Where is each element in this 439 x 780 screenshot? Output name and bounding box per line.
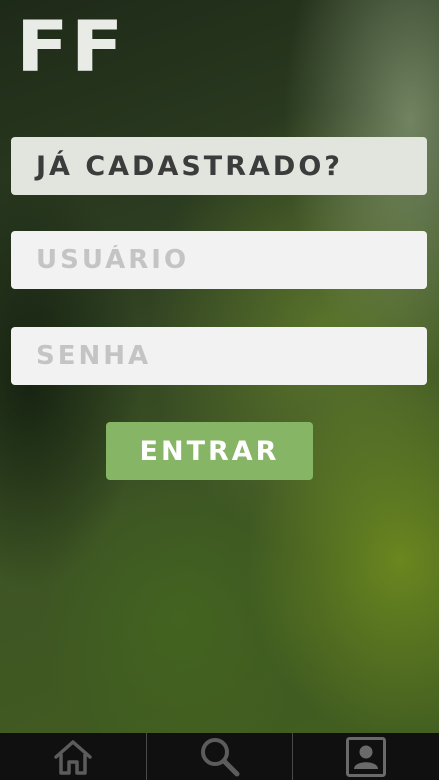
- profile-icon: [346, 736, 387, 777]
- nav-profile[interactable]: [292, 733, 439, 780]
- nav-home[interactable]: [0, 733, 146, 780]
- nav-search[interactable]: [145, 733, 293, 780]
- home-icon: [54, 739, 92, 775]
- search-icon: [200, 737, 239, 776]
- background-image: [0, 0, 439, 780]
- login-heading: JÁ CADASTRADO?: [11, 137, 427, 195]
- password-input[interactable]: [11, 327, 427, 385]
- bottom-navigation: [0, 733, 439, 780]
- app-logo: FF: [16, 6, 126, 88]
- username-input[interactable]: [11, 231, 427, 289]
- login-button[interactable]: ENTRAR: [106, 422, 313, 480]
